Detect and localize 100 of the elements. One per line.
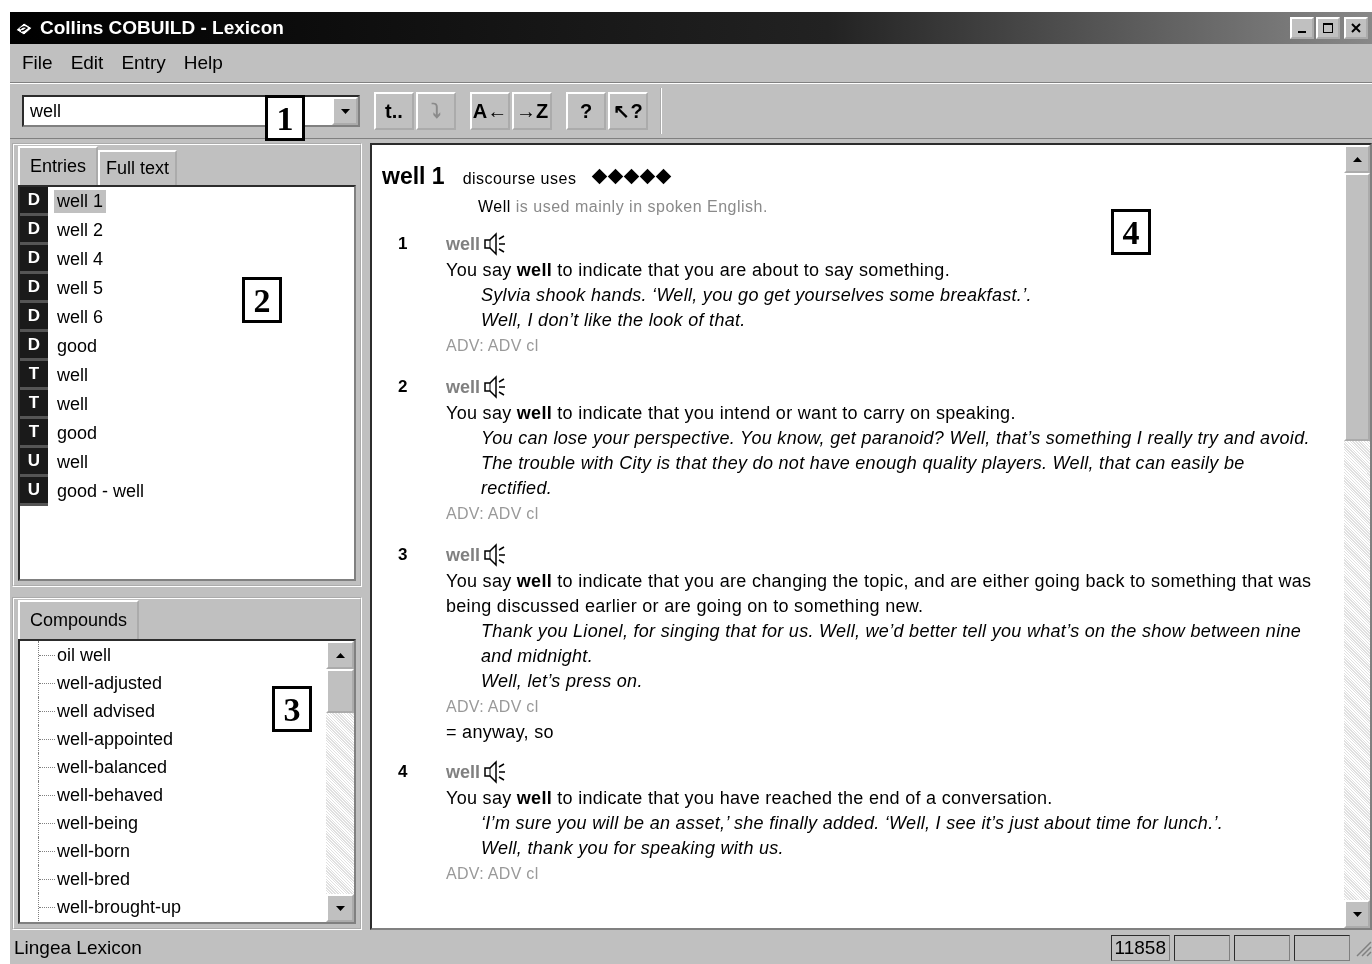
entry-word[interactable]: well	[54, 364, 91, 387]
grammar-note: ADV: ADV cl	[446, 697, 540, 717]
compound-item[interactable]: well-bred	[57, 868, 131, 890]
entry-type-badge: U	[20, 448, 48, 477]
sense-number: 2	[397, 377, 409, 397]
compound-item[interactable]: well advised	[57, 700, 156, 722]
callout-label: 1	[265, 95, 305, 141]
entry-word[interactable]: well 2	[54, 219, 107, 242]
sense-word: well	[446, 376, 480, 398]
example-sentence: The trouble with City is that they do not have enough quality players. Well, that can easily be rectified.	[480, 452, 1246, 500]
example-sentence: Sylvia shook hands. ‘Well, you go get yourselves some breakfast.’.	[480, 284, 1033, 307]
example-sentence: Well, let’s press on.	[480, 670, 644, 693]
compound-item[interactable]: well-brought-up	[57, 896, 182, 918]
toolbar-button[interactable]: t..	[374, 92, 414, 130]
entry-type-badge: D	[20, 187, 48, 216]
scroll-down-icon[interactable]	[335, 905, 345, 911]
menu-item[interactable]: Entry	[121, 52, 166, 74]
close-icon	[1351, 23, 1361, 33]
definition: You say well to indicate that you intend or want to carry on speaking.	[446, 402, 1017, 425]
example-sentence: You can lose your perspective. You know, get paranoid? Well, that’s something I really try and avoid.	[480, 427, 1311, 450]
headword: well 1	[382, 163, 445, 190]
entry-type-badge: D	[20, 332, 48, 361]
usage-label: discourse uses	[462, 170, 577, 188]
usage-note: Well is used mainly in spoken English.	[478, 198, 769, 216]
status-count: 11858	[1110, 935, 1170, 961]
entry-word[interactable]: well	[54, 393, 91, 416]
status-pane	[1174, 935, 1230, 961]
resize-grip-icon[interactable]	[1354, 939, 1372, 957]
entry-type-badge: T	[20, 361, 48, 390]
minimize-icon	[1298, 31, 1306, 33]
compound-item[interactable]: well-born	[57, 840, 131, 862]
speaker-icon[interactable]	[482, 232, 506, 256]
entry-type-badge: D	[20, 245, 48, 274]
callout-label: 2	[242, 277, 282, 323]
scroll-thumb[interactable]	[326, 669, 354, 713]
example-sentence: Thank you Lionel, for singing that for us. Well, we’d better tell you what’s on the show between nine and midnight.	[480, 620, 1303, 668]
speaker-icon[interactable]	[482, 543, 506, 567]
sense-number: 1	[397, 234, 409, 254]
speaker-icon[interactable]	[482, 375, 506, 399]
scroll-up-icon[interactable]	[335, 652, 345, 658]
compound-item[interactable]: well-being	[57, 812, 139, 834]
compound-item[interactable]: well-balanced	[57, 756, 168, 778]
maximize-icon	[1323, 23, 1333, 33]
definition: You say well to indicate that you are about to say something.	[446, 259, 951, 282]
window-title: Collins COBUILD - Lexicon	[40, 17, 284, 39]
entry-type-badge: D	[20, 274, 48, 303]
entry-type-badge: T	[20, 419, 48, 448]
status-text: Lingea Lexicon	[14, 937, 142, 959]
sense-number: 3	[397, 545, 409, 565]
example-sentence: Well, thank you for speaking with us.	[480, 837, 785, 860]
menu-item[interactable]: Help	[183, 52, 223, 74]
compound-item[interactable]: well-behaved	[57, 784, 164, 806]
callout-label: 4	[1111, 209, 1151, 255]
sense-number: 4	[397, 762, 409, 782]
callout-label: 3	[272, 686, 312, 732]
example-sentence: ‘I’m sure you will be an asset,’ she finally added. ‘Well, I see it’s just about time for lunch.’.	[480, 812, 1225, 835]
entry-type-badge: U	[20, 477, 48, 506]
menu-item[interactable]: File	[22, 52, 53, 74]
toolbar-button[interactable]: A←	[470, 92, 510, 130]
entry-type-badge: D	[20, 303, 48, 332]
panel-tab[interactable]: Compounds	[18, 600, 140, 639]
scrollbar[interactable]	[1344, 145, 1370, 928]
dropdown-caret-icon[interactable]	[332, 97, 358, 125]
grammar-note: ADV: ADV cl	[446, 504, 540, 524]
scroll-thumb[interactable]	[1344, 173, 1370, 441]
toolbar-button[interactable]: →Z	[512, 92, 552, 130]
entry-type-badge: T	[20, 390, 48, 419]
panel-tab[interactable]: Entries	[18, 146, 99, 185]
sense-word: well	[446, 544, 480, 566]
entry-word[interactable]: well 1	[54, 190, 107, 213]
menu-item[interactable]: Edit	[70, 52, 104, 74]
status-pane	[1234, 935, 1290, 961]
example-sentence: Well, I don’t like the look of that.	[480, 309, 747, 332]
compound-item[interactable]: well-adjusted	[57, 672, 163, 694]
toolbar-button[interactable]: ↖?	[608, 92, 648, 130]
compound-item[interactable]: well-appointed	[57, 728, 174, 750]
entry-word[interactable]: well 5	[54, 277, 107, 300]
entry-word[interactable]: well 6	[54, 306, 107, 329]
panel-tab[interactable]: Full text	[98, 150, 178, 185]
entry-word[interactable]: good	[54, 422, 101, 445]
minimize-button[interactable]	[1290, 17, 1314, 39]
status-pane	[1294, 935, 1350, 961]
definition: You say well to indicate that you have reached the end of a conversation.	[446, 787, 1054, 810]
grammar-note: ADV: ADV cl	[446, 336, 540, 356]
grammar-note: ADV: ADV cl	[446, 864, 540, 884]
synonyms: = anyway, so	[446, 721, 555, 744]
scroll-down-icon[interactable]	[1352, 911, 1362, 917]
speaker-icon[interactable]	[482, 760, 506, 784]
scrollbar[interactable]	[326, 641, 354, 922]
entry-word[interactable]: well 4	[54, 248, 107, 271]
toolbar-button[interactable]: ?	[566, 92, 606, 130]
entry-word[interactable]: good	[54, 335, 101, 358]
sense-word: well	[446, 761, 480, 783]
entry-type-badge: D	[20, 216, 48, 245]
close-button[interactable]	[1344, 17, 1368, 39]
entry-word[interactable]: good - well	[54, 480, 148, 503]
entry-word[interactable]: well	[54, 451, 91, 474]
scroll-up-icon[interactable]	[1352, 156, 1362, 162]
maximize-button[interactable]	[1316, 17, 1340, 39]
compound-item[interactable]: oil well	[57, 644, 112, 666]
